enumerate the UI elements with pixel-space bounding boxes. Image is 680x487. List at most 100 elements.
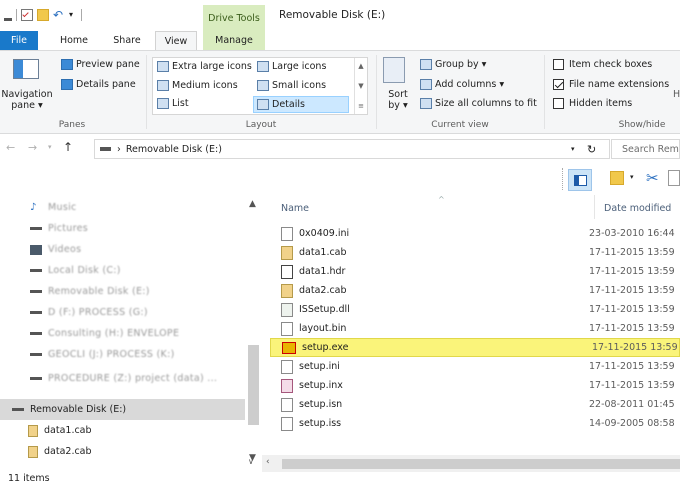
column-header-date-modified[interactable]: Date modified [604, 203, 671, 214]
sort-by-button[interactable]: Sort by ▾ [384, 89, 412, 111]
tab-manage[interactable]: Manage [203, 31, 265, 50]
details-pane-button[interactable]: Details pane [61, 79, 136, 90]
new-folder-dropdown-icon[interactable]: ▾ [630, 173, 634, 181]
table-row-selected[interactable]: setup.exe 17-11-2015 13:59 [270, 338, 680, 357]
hide-selected-items-button-partial[interactable]: H [673, 89, 680, 100]
size-columns-icon [420, 98, 432, 109]
small-icons-icon [257, 80, 269, 91]
table-row[interactable]: setup.ini 17-11-2015 13:59 [270, 357, 680, 376]
nav-item-data2-cab[interactable]: data2.cab [0, 441, 245, 462]
chevron-left-icon[interactable]: ‹ [266, 457, 270, 467]
drive-icon [100, 147, 111, 151]
layout-gallery-scroll[interactable]: ▲ ▼ ≡ [354, 58, 367, 114]
nav-item[interactable]: PROCEDURE (Z:) project (data) ... [0, 368, 245, 389]
tab-file[interactable]: File [0, 31, 38, 50]
hidden-items-toggle[interactable]: Hidden items [553, 98, 632, 109]
table-row[interactable]: data1.hdr 17-11-2015 13:59 [270, 262, 680, 281]
table-row[interactable]: data1.cab 17-11-2015 13:59 [270, 243, 680, 262]
table-row[interactable]: ISSetup.dll 17-11-2015 13:59 [270, 300, 680, 319]
table-row[interactable]: layout.bin 17-11-2015 13:59 [270, 319, 680, 338]
new-folder-icon[interactable] [37, 9, 49, 21]
table-row[interactable]: setup.isn 22-08-2011 01:45 [270, 395, 680, 414]
nav-item-data1-cab[interactable]: data1.cab [0, 420, 245, 441]
tab-view[interactable]: View [155, 31, 197, 50]
table-row[interactable]: 0x0409.ini 23-03-2010 16:44 [270, 224, 680, 243]
file-date: 17-11-2015 13:59 [589, 304, 675, 315]
nav-item-removable-disk[interactable]: Removable Disk (E:) [0, 399, 245, 420]
tab-share[interactable]: Share [106, 31, 148, 50]
sort-ascending-icon: ^ [438, 195, 445, 204]
new-folder-icon[interactable] [610, 171, 624, 185]
nav-item[interactable]: Videos [0, 239, 245, 260]
properties-icon[interactable] [21, 9, 33, 21]
breadcrumb-current[interactable]: Removable Disk (E:) [126, 144, 222, 155]
layout-small-icons[interactable]: Small icons [257, 80, 326, 91]
column-header-name[interactable]: Name [281, 203, 309, 214]
address-field[interactable]: › Removable Disk (E:) ▾ ↻ [94, 139, 610, 159]
table-row[interactable]: setup.inx 17-11-2015 13:59 [270, 376, 680, 395]
drive-tools-context-label: Drive Tools [203, 5, 265, 31]
nav-item[interactable]: ♪ Music [0, 197, 245, 218]
layout-large-icons-label: Large icons [272, 61, 327, 72]
ini-file-icon [281, 226, 293, 241]
table-row[interactable]: data2.cab 17-11-2015 13:59 [270, 281, 680, 300]
address-dropdown-icon[interactable]: ▾ [571, 145, 575, 153]
nav-pane-scroll-thumb[interactable] [248, 345, 259, 425]
refresh-icon[interactable]: ↻ [587, 143, 596, 156]
chevron-down-icon[interactable]: ▼ [358, 82, 363, 90]
column-divider[interactable] [594, 195, 595, 219]
nav-item[interactable]: Local Disk (C:) [0, 260, 245, 281]
iss-file-icon [281, 416, 293, 431]
group-by-button[interactable]: Group by ▾ [420, 59, 486, 70]
nav-item[interactable]: Removable Disk (E:) [0, 281, 245, 302]
preview-pane-icon [61, 59, 73, 70]
navigation-pane-toggle-icon[interactable] [568, 169, 592, 191]
chevron-up-icon[interactable]: ▲ [358, 62, 363, 70]
item-check-boxes-checkbox[interactable] [553, 59, 564, 70]
customize-qat-icon[interactable]: ▾ [69, 9, 77, 21]
hidden-items-checkbox[interactable] [553, 98, 564, 109]
layout-medium-icons[interactable]: Medium icons [157, 80, 238, 91]
layout-extra-large-icons[interactable]: Extra large icons [157, 61, 252, 72]
recent-locations-icon[interactable]: ▾ [48, 143, 52, 151]
layout-extra-large-icons-label: Extra large icons [172, 61, 252, 72]
forward-icon[interactable]: → [28, 141, 37, 154]
sort-by-icon-wrap[interactable] [383, 57, 405, 83]
details-icon [257, 99, 269, 110]
cut-icon[interactable]: ✂ [646, 169, 659, 187]
back-icon[interactable]: ← [6, 141, 15, 154]
file-date: 17-11-2015 13:59 [589, 266, 675, 277]
up-icon[interactable]: ↑ [63, 140, 73, 154]
file-name-extensions-toggle[interactable]: File name extensions [553, 79, 669, 90]
size-all-columns-button[interactable]: Size all columns to fit [420, 98, 537, 109]
nav-item-label: Videos [48, 244, 82, 255]
nav-item[interactable]: Pictures [0, 218, 245, 239]
exe-file-icon [282, 341, 296, 354]
layout-details[interactable]: Details [253, 96, 349, 113]
chevron-up-icon[interactable]: ▲ [249, 199, 256, 209]
file-list-hscroll-thumb[interactable] [282, 459, 680, 469]
cab-file-icon [28, 445, 38, 458]
copy-icon[interactable] [668, 170, 680, 186]
file-date: 22-08-2011 01:45 [589, 399, 675, 410]
navigation-pane-label[interactable]: Navigation pane ▾ [1, 89, 52, 111]
nav-item[interactable]: GEOCLI (J:) PROCESS (K:) [0, 344, 245, 365]
nav-item[interactable]: Consulting (H:) ENVELOPE [0, 323, 245, 344]
navigation-pane-button[interactable] [6, 59, 46, 79]
search-input[interactable]: Search Remo [611, 139, 680, 159]
layout-list[interactable]: List [157, 98, 189, 109]
preview-pane-label: Preview pane [76, 59, 140, 70]
file-name-extensions-checkbox[interactable] [553, 79, 564, 90]
layout-large-icons[interactable]: Large icons [257, 61, 326, 72]
add-columns-button[interactable]: Add columns ▾ [420, 79, 504, 90]
undo-icon[interactable]: ↶ [53, 9, 65, 21]
nav-item[interactable]: D (F:) PROCESS (G:) [0, 302, 245, 323]
item-check-boxes-toggle[interactable]: Item check boxes [553, 59, 652, 70]
nav-item-label: PROCEDURE (Z:) project (data) ... [48, 373, 218, 384]
expand-gallery-icon[interactable]: ≡ [358, 102, 364, 110]
tab-home[interactable]: Home [52, 31, 96, 50]
table-row[interactable]: setup.iss 14-09-2005 08:58 [270, 414, 680, 433]
group-by-icon [420, 59, 432, 70]
preview-pane-button[interactable]: Preview pane [61, 59, 140, 70]
chevron-down-icon[interactable]: ∨ [248, 457, 254, 466]
